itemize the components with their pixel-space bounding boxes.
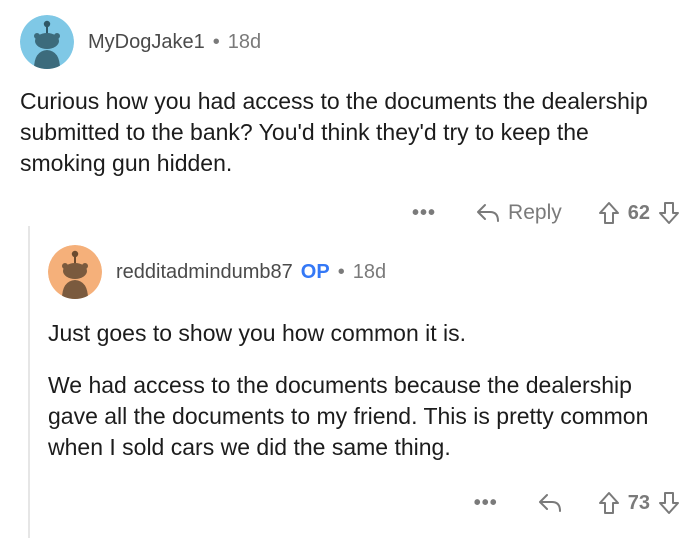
username[interactable]: MyDogJake1 xyxy=(88,31,205,54)
comment-body: Curious how you had access to the docume… xyxy=(20,86,680,179)
reply-arrow-icon xyxy=(538,493,562,513)
avatar[interactable] xyxy=(20,15,74,69)
comment-actions: ••• 73 xyxy=(48,483,680,523)
reply-button[interactable] xyxy=(538,493,562,513)
comment-body: Just goes to show you how common it is. … xyxy=(48,318,680,463)
reply-comment: redditadmindumb87 OP • 18d Just goes to … xyxy=(48,244,680,523)
vote-control: 73 xyxy=(598,491,680,515)
comment-paragraph: We had access to the documents because t… xyxy=(48,372,649,460)
comment-paragraph: Just goes to show you how common it is. xyxy=(48,320,467,346)
comment-age: 18d xyxy=(352,260,387,283)
more-options-button[interactable]: ••• xyxy=(474,492,498,515)
reply-label: Reply xyxy=(508,201,562,224)
vote-control: 62 xyxy=(598,201,680,225)
score: 62 xyxy=(627,201,650,224)
op-badge: OP xyxy=(300,260,330,283)
meta-separator: • xyxy=(212,30,220,53)
downvote-arrow-icon[interactable] xyxy=(658,201,680,225)
upvote-arrow-icon[interactable] xyxy=(598,201,620,225)
upvote-arrow-icon[interactable] xyxy=(598,491,620,515)
comment: MyDogJake1 • 18d Curious how you had acc… xyxy=(20,14,680,233)
comment-header: MyDogJake1 • 18d xyxy=(20,14,680,70)
comment-header: redditadmindumb87 OP • 18d xyxy=(48,244,680,300)
thread-line[interactable] xyxy=(28,226,30,538)
score: 73 xyxy=(627,491,650,514)
reddit-snoo-avatar-icon xyxy=(48,245,102,299)
downvote-arrow-icon[interactable] xyxy=(658,491,680,515)
reply-arrow-icon xyxy=(476,203,500,223)
more-options-button[interactable]: ••• xyxy=(412,202,436,225)
meta-separator: • xyxy=(337,260,345,283)
username[interactable]: redditadmindumb87 xyxy=(116,261,293,284)
avatar[interactable] xyxy=(48,245,102,299)
comment-age: 18d xyxy=(227,30,262,53)
comment-text: Curious how you had access to the docume… xyxy=(20,88,648,176)
reddit-snoo-avatar-icon xyxy=(20,15,74,69)
comment-actions: ••• Reply 62 xyxy=(20,193,680,233)
reply-button[interactable]: Reply xyxy=(476,201,562,225)
